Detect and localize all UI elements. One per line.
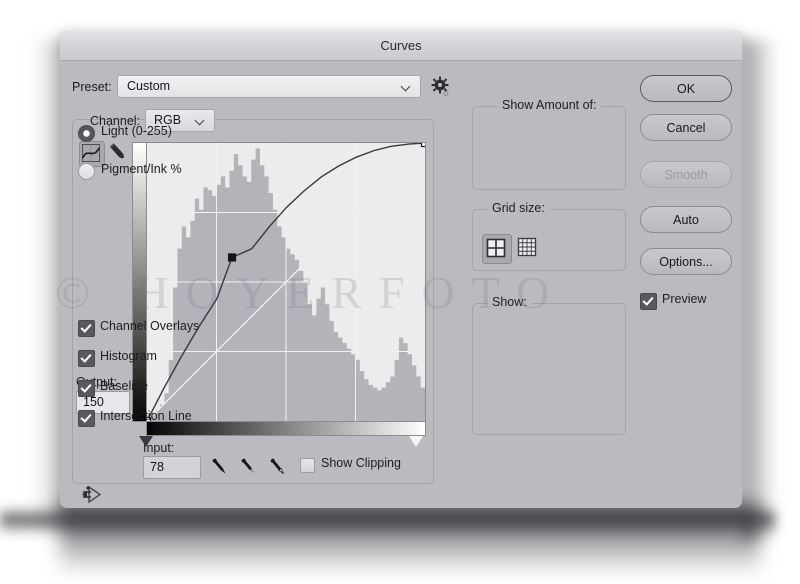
preset-value: Custom xyxy=(127,79,171,93)
grid-fine-icon[interactable] xyxy=(514,234,542,262)
targeted-adjustment-icon[interactable] xyxy=(80,483,106,507)
show-group-title: Show: xyxy=(487,295,532,309)
checkbox-baseline-label: Baseline xyxy=(100,379,148,393)
checkbox-channel-overlays[interactable] xyxy=(78,320,95,337)
input-label: Input: xyxy=(143,441,175,455)
show-amount-of-group xyxy=(472,106,626,190)
checkbox-intersection-line[interactable] xyxy=(78,410,95,427)
smooth-button[interactable]: Smooth xyxy=(640,161,732,188)
checkbox-baseline[interactable] xyxy=(78,380,95,397)
input-value: 78 xyxy=(150,460,164,474)
dialog-shadow-right xyxy=(742,40,776,540)
grid-size-title: Grid size: xyxy=(487,201,550,215)
cancel-button[interactable]: Cancel xyxy=(640,114,732,141)
dialog-title: Curves xyxy=(380,38,422,53)
eyedropper-white-point-icon[interactable] xyxy=(266,455,290,479)
gear-icon[interactable] xyxy=(431,76,451,96)
white-point-slider[interactable] xyxy=(409,436,423,447)
curve-plot-svg xyxy=(147,143,425,421)
radio-light-label: Light (0-255) xyxy=(101,124,172,138)
chevron-down-icon xyxy=(402,82,411,91)
preset-label: Preset: xyxy=(72,80,112,94)
checkbox-preview[interactable] xyxy=(640,293,657,310)
checkbox-channel-overlays-label: Channel Overlays xyxy=(100,319,200,333)
checkbox-preview-label: Preview xyxy=(662,292,707,306)
checkbox-histogram[interactable] xyxy=(78,350,95,367)
curve-plot[interactable] xyxy=(146,142,426,422)
chevron-down-icon xyxy=(196,116,205,125)
show-clipping-label: Show Clipping xyxy=(321,456,401,470)
eyedropper-gray-point-icon[interactable] xyxy=(237,455,261,479)
checkbox-intersection-line-label: Intersection Line xyxy=(100,409,192,423)
radio-light[interactable] xyxy=(78,125,95,142)
dialog-titlebar[interactable]: Curves xyxy=(60,31,742,61)
eyedropper-black-point-icon[interactable] xyxy=(208,455,232,479)
ok-button[interactable]: OK xyxy=(640,75,732,102)
grid-coarse-icon[interactable] xyxy=(482,234,512,264)
input-input[interactable]: 78 xyxy=(143,456,201,479)
radio-pigment-label: Pigment/Ink % xyxy=(101,162,182,176)
show-amount-of-title: Show Amount of: xyxy=(497,98,602,112)
auto-button[interactable]: Auto xyxy=(640,206,732,233)
curves-dialog: Curves Preset: Custom Channel: RGB Outpu… xyxy=(60,31,742,508)
input-gradient-strip xyxy=(146,421,426,436)
dialog-shadow-band xyxy=(0,508,775,534)
show-group xyxy=(472,303,626,435)
show-clipping-checkbox[interactable] xyxy=(300,458,315,473)
radio-pigment[interactable] xyxy=(78,163,95,180)
options-button[interactable]: Options... xyxy=(640,248,732,275)
preset-select[interactable]: Custom xyxy=(117,75,421,98)
checkbox-histogram-label: Histogram xyxy=(100,349,157,363)
screenshot-root: Curves Preset: Custom Channel: RGB Outpu… xyxy=(0,0,800,584)
